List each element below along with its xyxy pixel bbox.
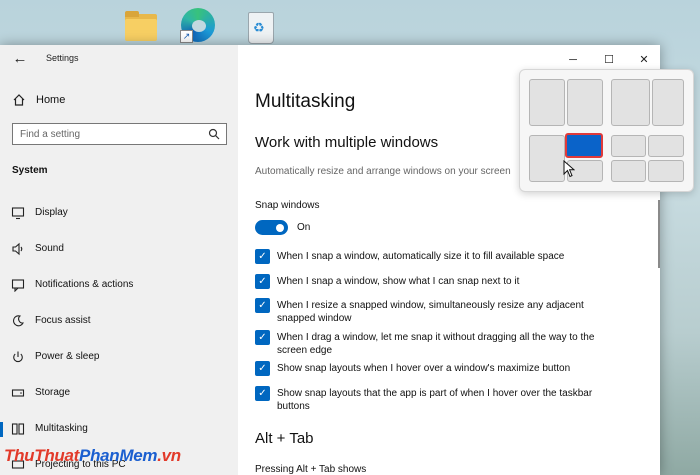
snap-layouts-flyout <box>519 69 694 192</box>
active-indicator <box>0 422 3 437</box>
snap-zone-quad-top-right[interactable] <box>648 135 684 157</box>
mouse-cursor-icon <box>563 160 575 178</box>
search-icon[interactable] <box>208 128 220 140</box>
checkbox[interactable]: ✓ <box>255 274 270 289</box>
speaker-icon <box>12 242 23 256</box>
search-input[interactable]: Find a setting <box>12 123 227 145</box>
section-description: Automatically resize and arrange windows… <box>255 166 511 177</box>
notification-icon <box>11 279 25 292</box>
storage-icon <box>11 389 25 397</box>
checkbox-label: Show snap layouts that the app is part o… <box>277 388 593 412</box>
checkbox[interactable]: ✓ <box>255 298 270 313</box>
checkbox[interactable]: ✓ <box>255 249 270 264</box>
snap-zone-quad-top-left[interactable] <box>611 135 646 157</box>
toggle-state-label: On <box>297 222 311 233</box>
folder-icon[interactable] <box>121 6 161 44</box>
sidebar-item-label: Notifications & actions <box>35 279 134 290</box>
sidebar-item-label: Multitasking <box>35 423 88 434</box>
snap-zone-half-left[interactable] <box>529 79 565 126</box>
sidebar-item-label: Focus assist <box>35 315 91 326</box>
sidebar-item-power-sleep[interactable]: Power & sleep <box>0 344 238 370</box>
alt-tab-sub-label: Pressing Alt + Tab shows <box>255 464 367 475</box>
checkbox-label: Show snap layouts when I hover over a wi… <box>277 363 571 374</box>
snap-zone-left-column[interactable] <box>529 135 565 182</box>
sidebar-item-storage[interactable]: Storage <box>0 380 238 406</box>
sidebar-item-label: Storage <box>35 387 71 398</box>
sidebar-item-display[interactable]: Display <box>0 200 238 226</box>
moon-icon <box>13 315 24 327</box>
checkbox-label: When I resize a snapped window, simultan… <box>277 300 584 324</box>
snap-zone-quad-bottom-right[interactable] <box>648 160 684 182</box>
snap-windows-label: Snap windows <box>255 200 320 211</box>
monitor-icon <box>11 207 25 220</box>
sidebar-item-notifications[interactable]: Notifications & actions <box>0 272 238 298</box>
edge-browser-icon[interactable]: ↗ <box>178 6 218 44</box>
section-label-system: System <box>12 165 48 176</box>
maximize-icon[interactable]: ☐ <box>601 53 617 67</box>
home-label: Home <box>36 94 66 106</box>
checkbox-label: When I snap a window, automatically size… <box>277 251 565 262</box>
sidebar-item-focus-assist[interactable]: Focus assist <box>0 308 238 334</box>
search-placeholder: Find a setting <box>20 129 81 140</box>
sidebar-item-multitasking[interactable]: Multitasking <box>0 416 238 442</box>
snap-zone-top-right-selected[interactable] <box>565 133 603 158</box>
section-title-alt-tab: Alt + Tab <box>255 430 314 447</box>
shortcut-arrow-icon: ↗ <box>180 30 193 43</box>
snap-zone-small-right[interactable] <box>652 79 684 126</box>
sidebar-item-sound[interactable]: Sound <box>0 236 238 262</box>
sidebar-item-label: Sound <box>35 243 64 254</box>
page-title: Multitasking <box>255 91 356 112</box>
snap-windows-toggle[interactable] <box>255 220 288 235</box>
sidebar-item-home[interactable]: Home <box>10 91 230 111</box>
checkbox[interactable]: ✓ <box>255 330 270 345</box>
checkbox-label: When I snap a window, show what I can sn… <box>277 276 520 287</box>
recycle-bin-icon[interactable]: ♻ <box>240 6 280 44</box>
sidebar: ← Settings Home Find a setting System Di… <box>0 45 238 475</box>
window-title: Settings <box>46 53 79 63</box>
multitasking-icon <box>11 423 25 435</box>
minimize-icon[interactable]: ─ <box>565 53 581 67</box>
watermark-logo: ThuThuatPhanMem.vn <box>4 446 181 465</box>
sidebar-item-label: Power & sleep <box>35 351 100 362</box>
scrollbar[interactable] <box>658 200 660 268</box>
snap-zone-large-left[interactable] <box>611 79 650 126</box>
home-icon <box>13 94 25 106</box>
checkbox[interactable]: ✓ <box>255 361 270 376</box>
close-icon[interactable]: ✕ <box>636 53 652 67</box>
snap-zone-quad-bottom-left[interactable] <box>611 160 646 182</box>
snap-zone-half-right[interactable] <box>567 79 603 126</box>
power-icon <box>13 351 23 363</box>
sidebar-item-label: Display <box>35 207 68 218</box>
checkbox-label: When I drag a window, let me snap it wit… <box>277 332 595 356</box>
back-arrow-icon[interactable]: ← <box>10 49 30 69</box>
section-title-multiple-windows: Work with multiple windows <box>255 134 439 151</box>
checkbox[interactable]: ✓ <box>255 386 270 401</box>
